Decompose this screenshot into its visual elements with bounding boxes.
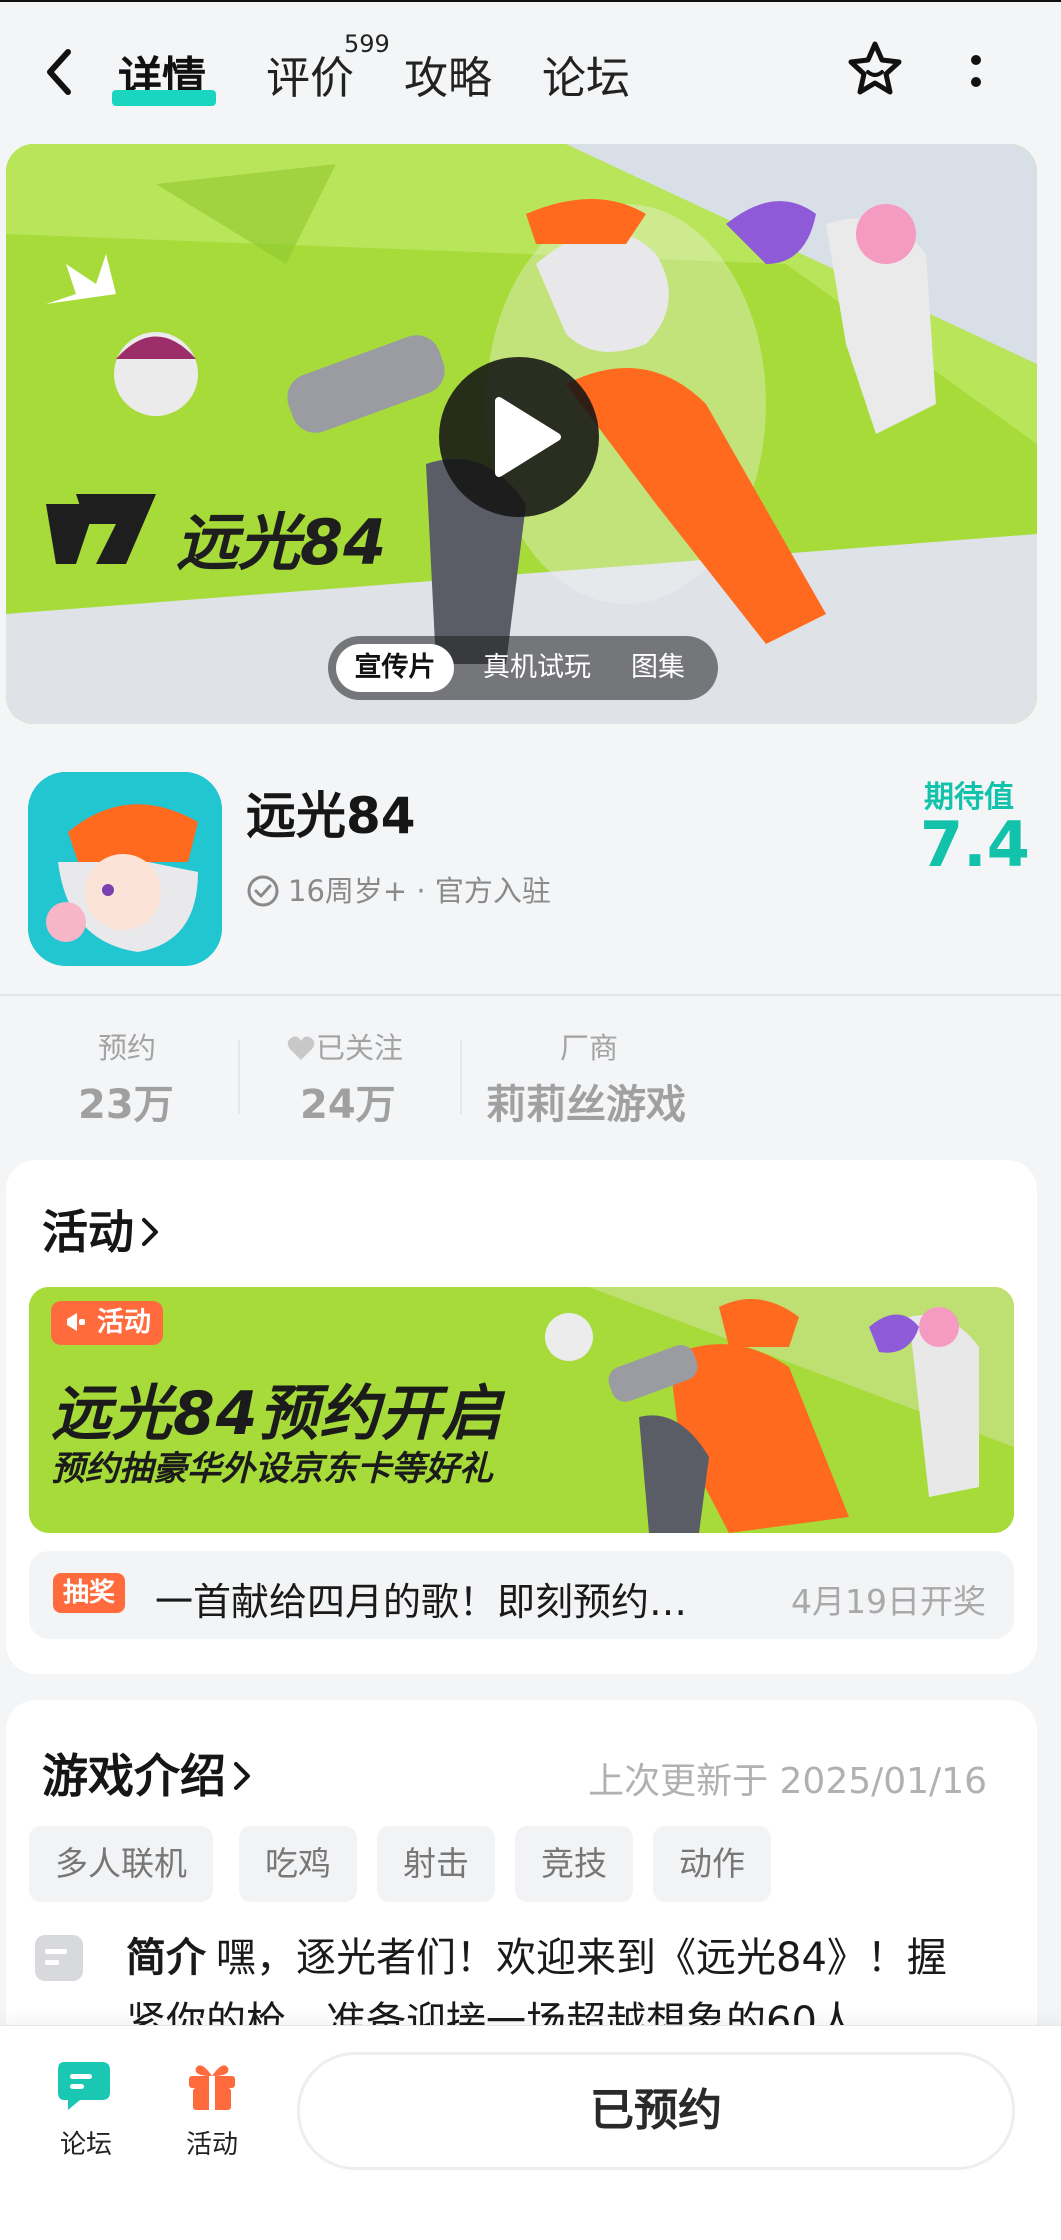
bottom-action-bar: 论坛 活动 已预约	[0, 2025, 1061, 2240]
stat-label-reservations: 预约	[98, 1031, 157, 1065]
tag-chip[interactable]: 吃鸡	[239, 1826, 357, 1902]
expect-value: 7.4	[920, 808, 1030, 881]
active-tab-indicator	[112, 90, 216, 106]
tag-chip[interactable]: 竞技	[515, 1826, 633, 1902]
verified-check-icon	[247, 875, 279, 907]
chevron-right-icon	[142, 1218, 158, 1246]
hero-video[interactable]: 远光84 宣传片 真机试玩 图集	[6, 144, 1037, 724]
activity-banner[interactable]: 活动 远光84预约开启 预约抽豪华外设京东卡等好礼	[29, 1287, 1014, 1533]
top-border	[0, 0, 1061, 2]
media-tab-demo[interactable]: 真机试玩	[466, 644, 608, 692]
media-tab-switcher: 宣传片 真机试玩 图集	[328, 636, 718, 700]
tab-forum[interactable]: 论坛	[542, 42, 630, 106]
age-rating: 16周岁+	[288, 874, 408, 908]
bottom-activity-label: 活动	[185, 2130, 238, 2160]
stat-value-follows: 24万	[300, 1082, 396, 1128]
official-label: 官方入驻	[434, 874, 551, 908]
lottery-tag: 抽奖	[53, 1573, 126, 1613]
stat-value-reservations: 23万	[78, 1082, 174, 1128]
meta-separator: ·	[407, 874, 435, 908]
last-updated: 上次更新于 2025/01/16	[588, 1761, 987, 1802]
tag-chip[interactable]: 多人联机	[29, 1826, 213, 1902]
heart-icon	[287, 1036, 315, 1060]
back-arrow-icon[interactable]	[40, 46, 80, 98]
bottom-forum-label: 论坛	[59, 2130, 112, 2160]
stat-separator	[460, 1040, 462, 1114]
media-tab-gallery[interactable]: 图集	[618, 644, 698, 692]
top-nav-bar: 详情 评价 599 攻略 论坛	[0, 0, 1061, 140]
stat-label-follows: 已关注	[286, 1025, 403, 1067]
document-icon	[35, 1935, 83, 1981]
forum-chat-icon	[58, 2062, 110, 2110]
activity-title[interactable]: 活动	[42, 1196, 164, 1262]
hero-logo-text: 远光84	[176, 506, 386, 579]
reviews-count-badge: 599	[344, 30, 390, 58]
stat-value-publisher[interactable]: 莉莉丝游戏	[486, 1072, 686, 1130]
tab-guides[interactable]: 攻略	[404, 42, 492, 106]
lottery-row[interactable]: 抽奖 一首献给四月的歌！即刻预约… 4月19日开奖	[29, 1551, 1014, 1639]
summary-label: 简介	[126, 1935, 206, 1981]
app-icon	[28, 772, 222, 966]
tab-reviews[interactable]: 评价	[266, 42, 354, 106]
stat-label-publisher: 厂商	[560, 1031, 619, 1065]
lottery-date: 4月19日开奖	[791, 1582, 986, 1621]
lottery-text: 一首献给四月的歌！即刻预约…	[155, 1580, 688, 1624]
media-tab-trailer[interactable]: 宣传片	[336, 644, 454, 692]
chevron-right-icon	[234, 1762, 250, 1790]
tag-chip[interactable]: 射击	[377, 1826, 495, 1902]
play-icon	[495, 397, 561, 477]
intro-title[interactable]: 游戏介绍	[42, 1740, 256, 1806]
bottom-forum-button[interactable]: 论坛	[50, 2056, 122, 2161]
stat-separator	[238, 1040, 240, 1114]
more-vertical-icon[interactable]	[966, 52, 986, 92]
star-outline-icon[interactable]	[842, 36, 908, 102]
play-button[interactable]	[439, 357, 599, 517]
info-divider	[0, 994, 1061, 996]
megaphone-icon	[67, 1313, 85, 1331]
tag-chip[interactable]: 动作	[653, 1826, 771, 1902]
reserved-button[interactable]: 已预约	[297, 2052, 1015, 2170]
bottom-activity-button[interactable]: 活动	[176, 2056, 248, 2161]
banner-subtitle: 预约抽豪华外设京东卡等好礼	[51, 1449, 493, 1489]
app-name: 远光84	[246, 787, 416, 845]
banner-title: 远光84预约开启	[51, 1379, 503, 1449]
activity-tag: 活动	[51, 1301, 163, 1345]
gift-icon	[189, 2065, 235, 2110]
app-meta: 16周岁+ · 官方入驻	[246, 868, 551, 910]
